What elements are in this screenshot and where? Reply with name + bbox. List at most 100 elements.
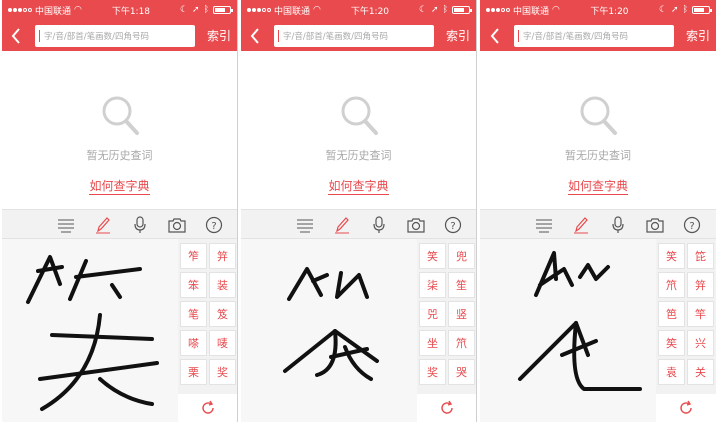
- chevron-left-icon[interactable]: [486, 24, 504, 48]
- refresh-icon[interactable]: [417, 394, 476, 422]
- keyboard-icon[interactable]: [533, 214, 555, 236]
- screen-2: 中国联通 ◠ 下午1:20 ☾ ➚ ᛒ 字/音/部首/笔画数/四角号码 索引 暂…: [241, 0, 477, 422]
- candidate-char[interactable]: 笆: [658, 301, 685, 327]
- search-input[interactable]: 字/音/部首/笔画数/四角号码: [513, 24, 674, 47]
- refresh-icon[interactable]: [656, 394, 716, 422]
- wifi-icon: ◠: [552, 5, 560, 15]
- battery-icon: [452, 6, 472, 14]
- search-input[interactable]: 字/音/部首/笔画数/四角号码: [34, 24, 195, 47]
- candidate-char[interactable]: 笄: [687, 272, 714, 298]
- pen-icon[interactable]: [570, 214, 592, 236]
- candidate-char[interactable]: 唛: [209, 330, 236, 356]
- signal-dots-icon: [8, 8, 32, 12]
- help-icon[interactable]: ?: [681, 214, 703, 236]
- search-input[interactable]: 字/音/部首/笔画数/四角号码: [273, 24, 434, 47]
- input-mode-toolbar: ?: [2, 209, 237, 239]
- candidate-char[interactable]: 笨: [180, 272, 207, 298]
- bluetooth-icon: ᛒ: [203, 5, 209, 15]
- how-to-link-label[interactable]: 如何查字典: [89, 179, 150, 195]
- search-placeholder: 字/音/部首/笔画数/四角号码: [43, 31, 149, 42]
- refresh-icon[interactable]: [178, 394, 237, 422]
- keyboard-icon[interactable]: [294, 214, 316, 236]
- candidate-char[interactable]: 笑: [658, 243, 685, 269]
- handwriting-pad[interactable]: [241, 239, 417, 422]
- candidate-char[interactable]: 笄: [209, 243, 236, 269]
- how-to-link[interactable]: 如何查字典: [241, 177, 476, 195]
- how-to-link[interactable]: 如何查字典: [480, 177, 716, 195]
- history-empty-state: 暂无历史查词 如何查字典: [480, 51, 716, 209]
- candidate-char[interactable]: 笙: [448, 272, 475, 298]
- candidate-char[interactable]: 关: [687, 359, 714, 385]
- history-empty-state: 暂无历史查词 如何查字典: [241, 51, 476, 209]
- magnifier-icon: [341, 96, 378, 135]
- candidate-char[interactable]: 竖: [448, 301, 475, 327]
- candidate-char[interactable]: 嗏: [180, 330, 207, 356]
- how-to-link-label[interactable]: 如何查字典: [567, 179, 628, 195]
- candidate-char[interactable]: 笶: [658, 330, 685, 356]
- moon-icon: ☾: [658, 5, 668, 15]
- status-bar: 中国联通 ◠ 下午1:20 ☾ ➚ ᛒ: [480, 0, 716, 20]
- signal-dots-icon: [247, 8, 271, 12]
- candidate-char[interactable]: 栗: [180, 359, 207, 385]
- microphone-icon[interactable]: [607, 214, 629, 236]
- candidate-char[interactable]: 哭: [448, 359, 475, 385]
- wifi-icon: ◠: [74, 5, 82, 15]
- nav-bar: 字/音/部首/笔画数/四角号码 索引: [480, 20, 716, 51]
- candidate-char[interactable]: 竿: [687, 301, 714, 327]
- pen-icon[interactable]: [92, 214, 114, 236]
- moon-icon: ☾: [179, 5, 189, 15]
- three-screenshots: 中国联通 ◠ 下午1:18 ☾ ➚ ᛒ 字/音/部首/笔画数/四角号码 索引 暂…: [0, 0, 720, 426]
- camera-icon[interactable]: [405, 214, 427, 236]
- input-mode-toolbar: ?: [241, 209, 476, 239]
- candidate-panel: 笮 笄 笨 装 笔 笈 嗏 唛 栗 奖: [178, 239, 237, 422]
- handwriting-pad[interactable]: [480, 239, 656, 422]
- candidate-char[interactable]: 兕: [419, 301, 446, 327]
- wifi-icon: ◠: [313, 5, 321, 15]
- nav-bar: 字/音/部首/笔画数/四角号码 索引: [241, 20, 476, 51]
- candidate-char[interactable]: 奖: [419, 359, 446, 385]
- candidate-char[interactable]: 笮: [180, 243, 207, 269]
- screen-3: 中国联通 ◠ 下午1:20 ☾ ➚ ᛒ 字/音/部首/笔画数/四角号码 索引 暂…: [480, 0, 716, 422]
- candidate-char[interactable]: 装: [209, 272, 236, 298]
- candidate-char[interactable]: 笊: [448, 330, 475, 356]
- index-button[interactable]: 索引: [446, 27, 470, 44]
- candidate-char[interactable]: 笈: [209, 301, 236, 327]
- how-to-link-label[interactable]: 如何查字典: [328, 179, 389, 195]
- empty-history-text: 暂无历史查词: [325, 149, 392, 162]
- candidate-char[interactable]: 坐: [419, 330, 446, 356]
- handwriting-pad[interactable]: [2, 239, 178, 422]
- candidate-char[interactable]: 奖: [209, 359, 236, 385]
- candidate-char[interactable]: 柒: [419, 272, 446, 298]
- candidate-char[interactable]: 笓: [687, 243, 714, 269]
- keyboard-icon[interactable]: [55, 214, 77, 236]
- candidate-char[interactable]: 笔: [180, 301, 207, 327]
- search-placeholder: 字/音/部首/笔画数/四角号码: [282, 31, 388, 42]
- candidate-char[interactable]: 袁: [658, 359, 685, 385]
- magnifier-icon: [580, 96, 617, 135]
- how-to-link[interactable]: 如何查字典: [2, 177, 237, 195]
- svg-text:?: ?: [211, 221, 216, 232]
- help-icon[interactable]: ?: [442, 214, 464, 236]
- search-placeholder: 字/音/部首/笔画数/四角号码: [522, 31, 628, 42]
- empty-history-text: 暂无历史查词: [565, 149, 631, 162]
- index-button[interactable]: 索引: [686, 27, 710, 44]
- bluetooth-icon: ᛒ: [682, 5, 688, 15]
- candidate-char[interactable]: 笊: [658, 272, 685, 298]
- handwriting-strokes: [26, 255, 159, 411]
- index-button[interactable]: 索引: [207, 27, 231, 44]
- microphone-icon[interactable]: [129, 214, 151, 236]
- location-icon: ➚: [431, 5, 439, 15]
- microphone-icon[interactable]: [368, 214, 390, 236]
- camera-icon[interactable]: [644, 214, 666, 236]
- candidate-char[interactable]: 兜: [448, 243, 475, 269]
- candidate-panel: 笑 笓 笊 笄 笆 竿 笶 兴 袁 关: [656, 239, 716, 422]
- chevron-left-icon[interactable]: [247, 24, 264, 48]
- camera-icon[interactable]: [166, 214, 188, 236]
- candidate-char[interactable]: 兴: [687, 330, 714, 356]
- candidate-panel: 笑 兜 柒 笙 兕 竖 坐 笊 奖 哭: [417, 239, 476, 422]
- chevron-left-icon[interactable]: [8, 24, 25, 48]
- magnifier-icon: [102, 96, 139, 135]
- pen-icon[interactable]: [331, 214, 353, 236]
- help-icon[interactable]: ?: [203, 214, 225, 236]
- candidate-char[interactable]: 笑: [419, 243, 446, 269]
